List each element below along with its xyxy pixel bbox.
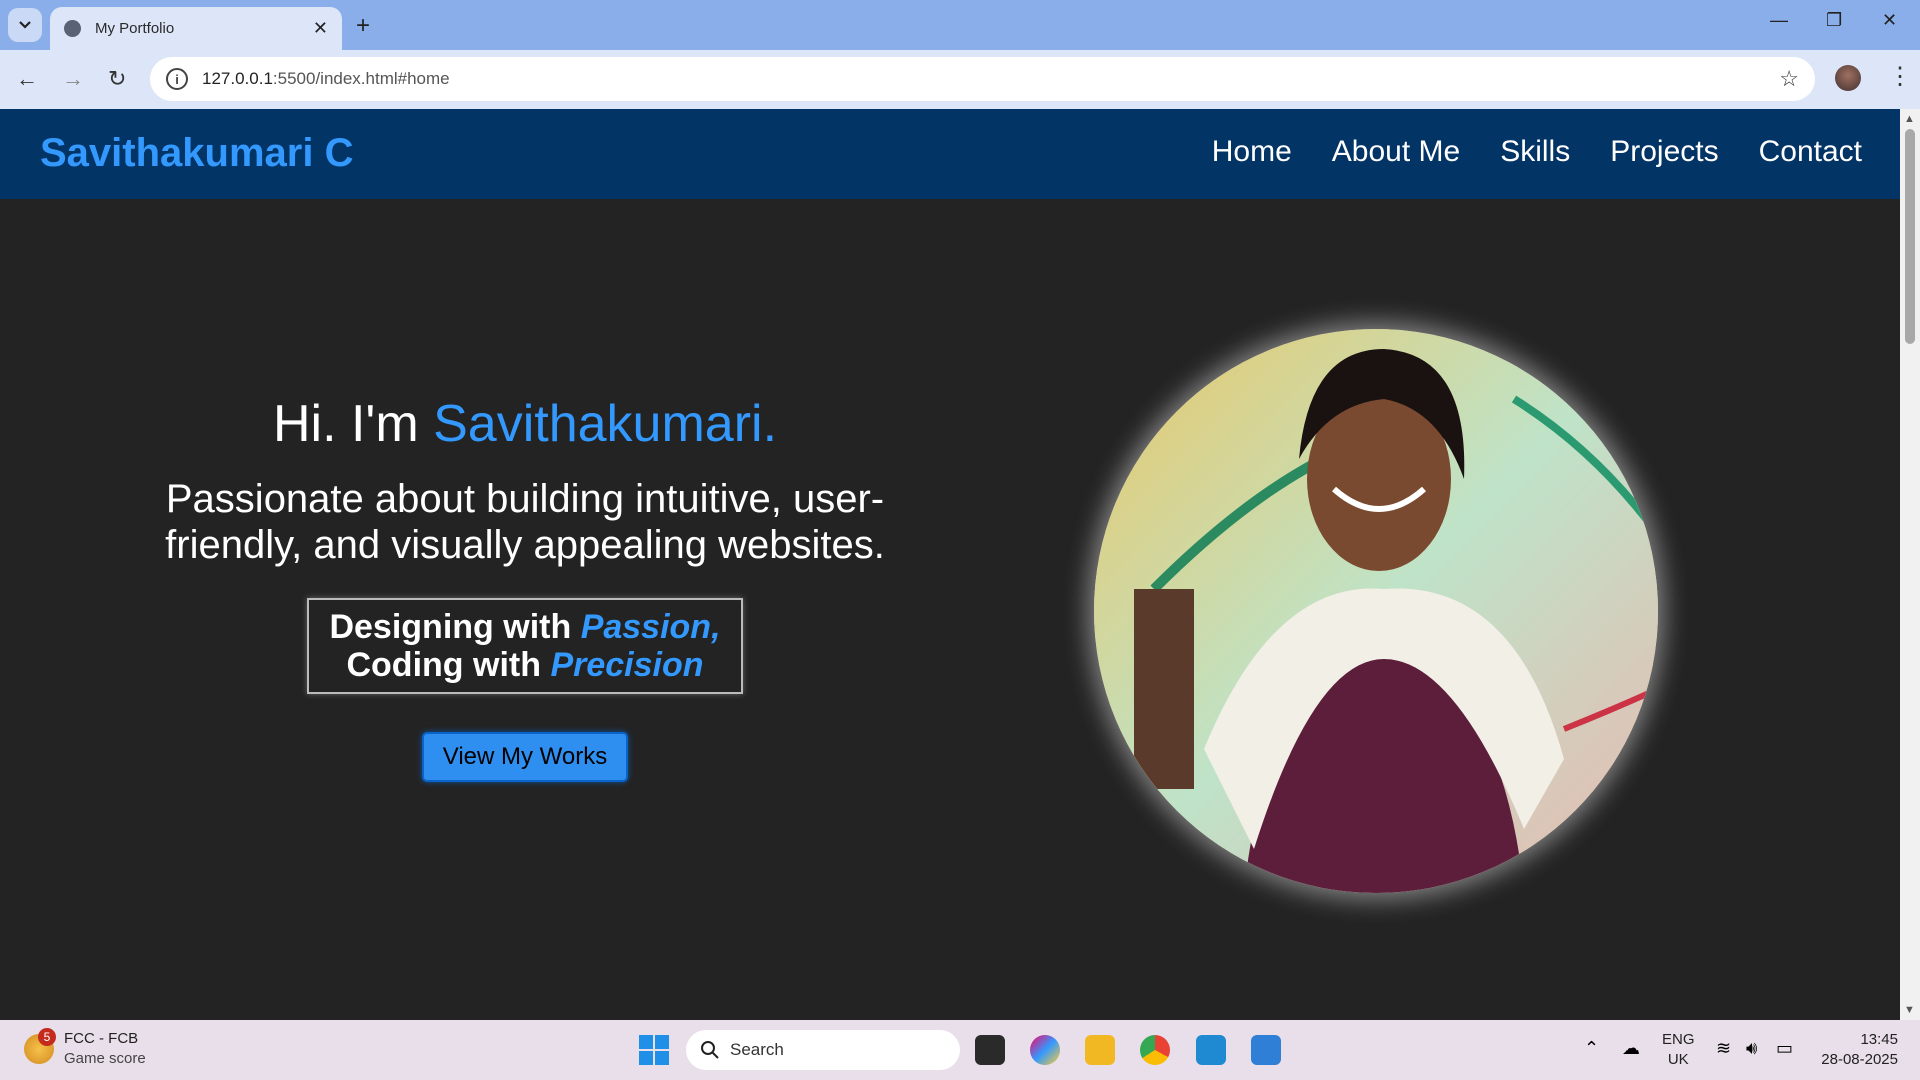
search-icon <box>701 1041 719 1059</box>
chrome-icon[interactable] <box>1140 1035 1170 1065</box>
view-my-works-button[interactable]: View My Works <box>422 732 628 782</box>
hero-tagline: Passionate about building intuitive, use… <box>165 477 885 567</box>
restore-button[interactable]: ❐ <box>1826 10 1842 31</box>
scroll-down-arrow-icon[interactable]: ▼ <box>1904 1004 1915 1016</box>
tab-my-portfolio[interactable]: My Portfolio ✕ <box>50 7 342 50</box>
tray-chevron-up-icon[interactable]: ⌃ <box>1584 1038 1599 1059</box>
file-explorer-icon[interactable] <box>1085 1035 1115 1065</box>
tab-title: My Portfolio <box>95 20 175 37</box>
nav-about-me[interactable]: About Me <box>1332 135 1460 169</box>
url-text[interactable]: 127.0.0.1:5500/index.html#home <box>202 69 1779 89</box>
battery-icon[interactable]: ▭ <box>1776 1038 1793 1059</box>
copilot-icon[interactable] <box>1030 1035 1060 1065</box>
site-menu: Home About Me Skills Projects Contact <box>1212 135 1862 169</box>
close-window-button[interactable]: ✕ <box>1882 10 1897 31</box>
profile-avatar[interactable] <box>1835 65 1861 91</box>
browser-toolbar: ← → ↻ i 127.0.0.1:5500/index.html#home ☆… <box>0 50 1920 109</box>
browser-tabstrip: My Portfolio ✕ + — ❐ ✕ <box>0 0 1920 50</box>
nav-contact[interactable]: Contact <box>1759 135 1862 169</box>
wifi-icon[interactable]: ≋ <box>1716 1038 1731 1059</box>
tab-search-button[interactable] <box>8 8 42 42</box>
minimize-button[interactable]: — <box>1770 10 1788 31</box>
nav-home[interactable]: Home <box>1212 135 1292 169</box>
weather-badge: 5 <box>38 1028 56 1046</box>
onedrive-icon[interactable]: ☁ <box>1622 1038 1640 1059</box>
forward-arrow-icon[interactable]: → <box>62 66 84 92</box>
chevron-down-icon <box>19 21 31 29</box>
profile-photo <box>1094 329 1658 893</box>
scroll-up-arrow-icon[interactable]: ▲ <box>1904 113 1915 125</box>
site-brand[interactable]: Savithakumari C <box>40 131 353 176</box>
taskbar-search[interactable]: Search <box>686 1030 960 1070</box>
back-arrow-icon[interactable]: ← <box>16 66 38 92</box>
new-tab-button[interactable]: + <box>356 12 370 40</box>
close-tab-icon[interactable]: ✕ <box>313 18 328 39</box>
hero-motto: Designing with Passion, Coding with Prec… <box>307 598 743 694</box>
page-viewport: Savithakumari C Home About Me Skills Pro… <box>0 109 1900 1020</box>
hero-greeting: Hi. I'm Savithakumari. <box>272 395 778 453</box>
widget-title[interactable]: FCC - FCB <box>64 1030 138 1047</box>
site-navbar: Savithakumari C Home About Me Skills Pro… <box>0 109 1900 199</box>
clock[interactable]: 13:45 28-08-2025 <box>1818 1030 1898 1070</box>
language-indicator[interactable]: ENG UK <box>1662 1030 1695 1070</box>
menu-kebab-icon[interactable]: ⋮ <box>1888 62 1912 91</box>
task-view-icon[interactable] <box>975 1035 1005 1065</box>
windows-taskbar: 5 FCC - FCB Game score Search ⌃ ☁ ENG UK … <box>0 1020 1920 1080</box>
widget-subtitle[interactable]: Game score <box>64 1050 146 1067</box>
globe-icon <box>64 20 81 37</box>
volume-icon[interactable]: 🔊︎ <box>1746 1038 1757 1059</box>
bookmark-star-icon[interactable]: ☆ <box>1779 66 1799 92</box>
vscode-icon[interactable] <box>1196 1035 1226 1065</box>
site-info-icon[interactable]: i <box>166 68 188 90</box>
reload-icon[interactable]: ↻ <box>108 66 126 92</box>
hero-text: Hi. I'm Savithakumari. Passionate about … <box>150 394 900 782</box>
nav-skills[interactable]: Skills <box>1500 135 1570 169</box>
scrollbar-thumb[interactable] <box>1905 129 1915 344</box>
start-windows-icon[interactable] <box>639 1035 669 1065</box>
notepad-icon[interactable] <box>1251 1035 1281 1065</box>
page-scrollbar[interactable]: ▲ ▼ <box>1900 109 1920 1020</box>
nav-projects[interactable]: Projects <box>1610 135 1718 169</box>
address-bar[interactable]: i 127.0.0.1:5500/index.html#home ☆ <box>150 57 1815 101</box>
